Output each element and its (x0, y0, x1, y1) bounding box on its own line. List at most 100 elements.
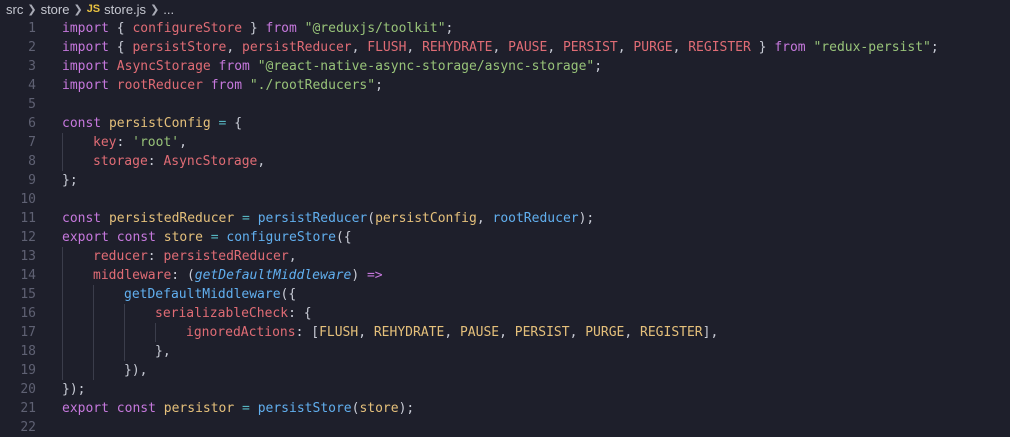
code-text: }); (62, 380, 85, 399)
code-token: : (171, 268, 187, 283)
code-line[interactable]: 2 import { persistStore, persistReducer, … (0, 38, 1010, 57)
code-text: key: 'root', (93, 133, 187, 152)
code-line[interactable]: 3 import AsyncStorage from "@react-native… (0, 57, 1010, 76)
code-line[interactable]: 22 (0, 418, 1010, 437)
code-line[interactable]: 12 export const store = configureStore({ (0, 228, 1010, 247)
code-token: persistedReducer (163, 249, 289, 264)
indent-guide (93, 342, 94, 361)
code-text: import rootReducer from "./rootReducers"… (62, 76, 383, 95)
code-text: reducer: persistedReducer, (93, 247, 297, 266)
code-token: : (147, 154, 164, 169)
breadcrumb-symbols[interactable]: ... (163, 2, 174, 17)
breadcrumb-src[interactable]: src (6, 2, 23, 17)
code-line[interactable]: 15 getDefaultMiddleware({ (0, 285, 1010, 304)
code-line[interactable]: 21 export const persistor = persistStore(… (0, 399, 1010, 418)
code-line[interactable]: 13 reducer: persistedReducer, (0, 247, 1010, 266)
code-token: persistedReducer (108, 211, 235, 226)
code-line[interactable]: 17 ignoredActions: [FLUSH, REHYDRATE, PAU… (0, 323, 1010, 342)
code-token: ( (186, 268, 195, 283)
breadcrumb-store[interactable]: store (41, 2, 70, 17)
code-token: import (62, 59, 109, 74)
code-token: middleware (93, 268, 172, 283)
indent-guide (93, 304, 94, 323)
code-line[interactable]: 1 import { configureStore } from "@reduxj… (0, 19, 1010, 38)
indent-guide (62, 152, 63, 171)
code-text: }), (124, 361, 147, 380)
code-text: getDefaultMiddleware({ (124, 285, 296, 304)
code-line[interactable]: 4 import rootReducer from "./rootReducers… (0, 76, 1010, 95)
code-line[interactable]: 7 key: 'root', (0, 133, 1010, 152)
code-text: const persistConfig = { (62, 114, 242, 133)
code-token: , (406, 40, 423, 55)
code-token: REHYDRATE (373, 325, 445, 340)
code-token: key (93, 135, 117, 150)
code-token: , (617, 40, 634, 55)
code-line[interactable]: 11 const persistedReducer = persistReduce… (0, 209, 1010, 228)
line-number: 4 (28, 78, 36, 93)
code-token: : { (288, 306, 312, 321)
code-line[interactable]: 18}, (0, 342, 1010, 361)
breadcrumb-file[interactable]: store.js (104, 2, 146, 17)
code-token: : (116, 135, 133, 150)
code-token: PAUSE (508, 40, 548, 55)
code-editor[interactable]: 1 import { configureStore } from "@reduxj… (0, 18, 1010, 437)
code-token: ; (445, 21, 454, 36)
code-token: getDefaultMiddleware (194, 268, 352, 283)
code-token: , (547, 40, 563, 55)
code-text: }, (155, 342, 171, 361)
code-token: persistConfig (375, 211, 477, 226)
code-token: "./rootReducers" (249, 78, 376, 93)
code-line[interactable]: 20}); (0, 380, 1010, 399)
code-line[interactable]: 9}; (0, 171, 1010, 190)
code-token: import (62, 21, 109, 36)
code-token: from (774, 40, 806, 55)
line-number: 18 (20, 344, 36, 359)
indent-guide (62, 247, 63, 266)
code-line[interactable]: 19}), (0, 361, 1010, 380)
code-token: persistStore (132, 40, 227, 55)
line-number: 3 (28, 59, 36, 74)
code-text: export const persistor = persistStore(st… (62, 399, 414, 418)
code-token: configureStore (226, 230, 336, 245)
code-token: ; (77, 382, 86, 397)
code-token: getDefaultMiddleware (124, 287, 281, 302)
code-line[interactable]: 5 (0, 95, 1010, 114)
line-number: 10 (20, 192, 36, 207)
code-text: import { persistStore, persistReducer, F… (62, 38, 939, 57)
code-line[interactable]: 16 serializableCheck: { (0, 304, 1010, 323)
code-token: from (265, 21, 297, 36)
code-token: REGISTER (688, 40, 751, 55)
code-token: ; (586, 211, 595, 226)
code-token: ; (406, 401, 415, 416)
code-token: = (242, 211, 250, 226)
code-token: ({ (335, 230, 352, 245)
code-token: ; (594, 59, 603, 74)
code-text: ignoredActions: [FLUSH, REHYDRATE, PAUSE… (186, 323, 718, 342)
indent-guide (62, 133, 63, 152)
line-number: 17 (20, 325, 36, 340)
code-line[interactable]: 10 (0, 190, 1010, 209)
code-token: , (351, 40, 368, 55)
code-line[interactable]: 8 storage: AsyncStorage, (0, 152, 1010, 171)
code-token: import (62, 40, 109, 55)
code-token: ) (351, 268, 360, 283)
code-line[interactable]: 14 middleware: (getDefaultMiddleware) => (0, 266, 1010, 285)
code-text: export const store = configureStore({ (62, 228, 352, 247)
code-line[interactable]: 6 const persistConfig = { (0, 114, 1010, 133)
code-token: persistReducer (242, 40, 352, 55)
indent-guide (93, 323, 94, 342)
indent-guide (62, 361, 63, 380)
code-token: persistor (163, 401, 235, 416)
code-token: PURGE (633, 40, 673, 55)
code-token: , (257, 154, 266, 169)
line-number: 22 (20, 420, 36, 435)
code-token: store (359, 401, 399, 416)
code-token: ; (375, 78, 383, 93)
